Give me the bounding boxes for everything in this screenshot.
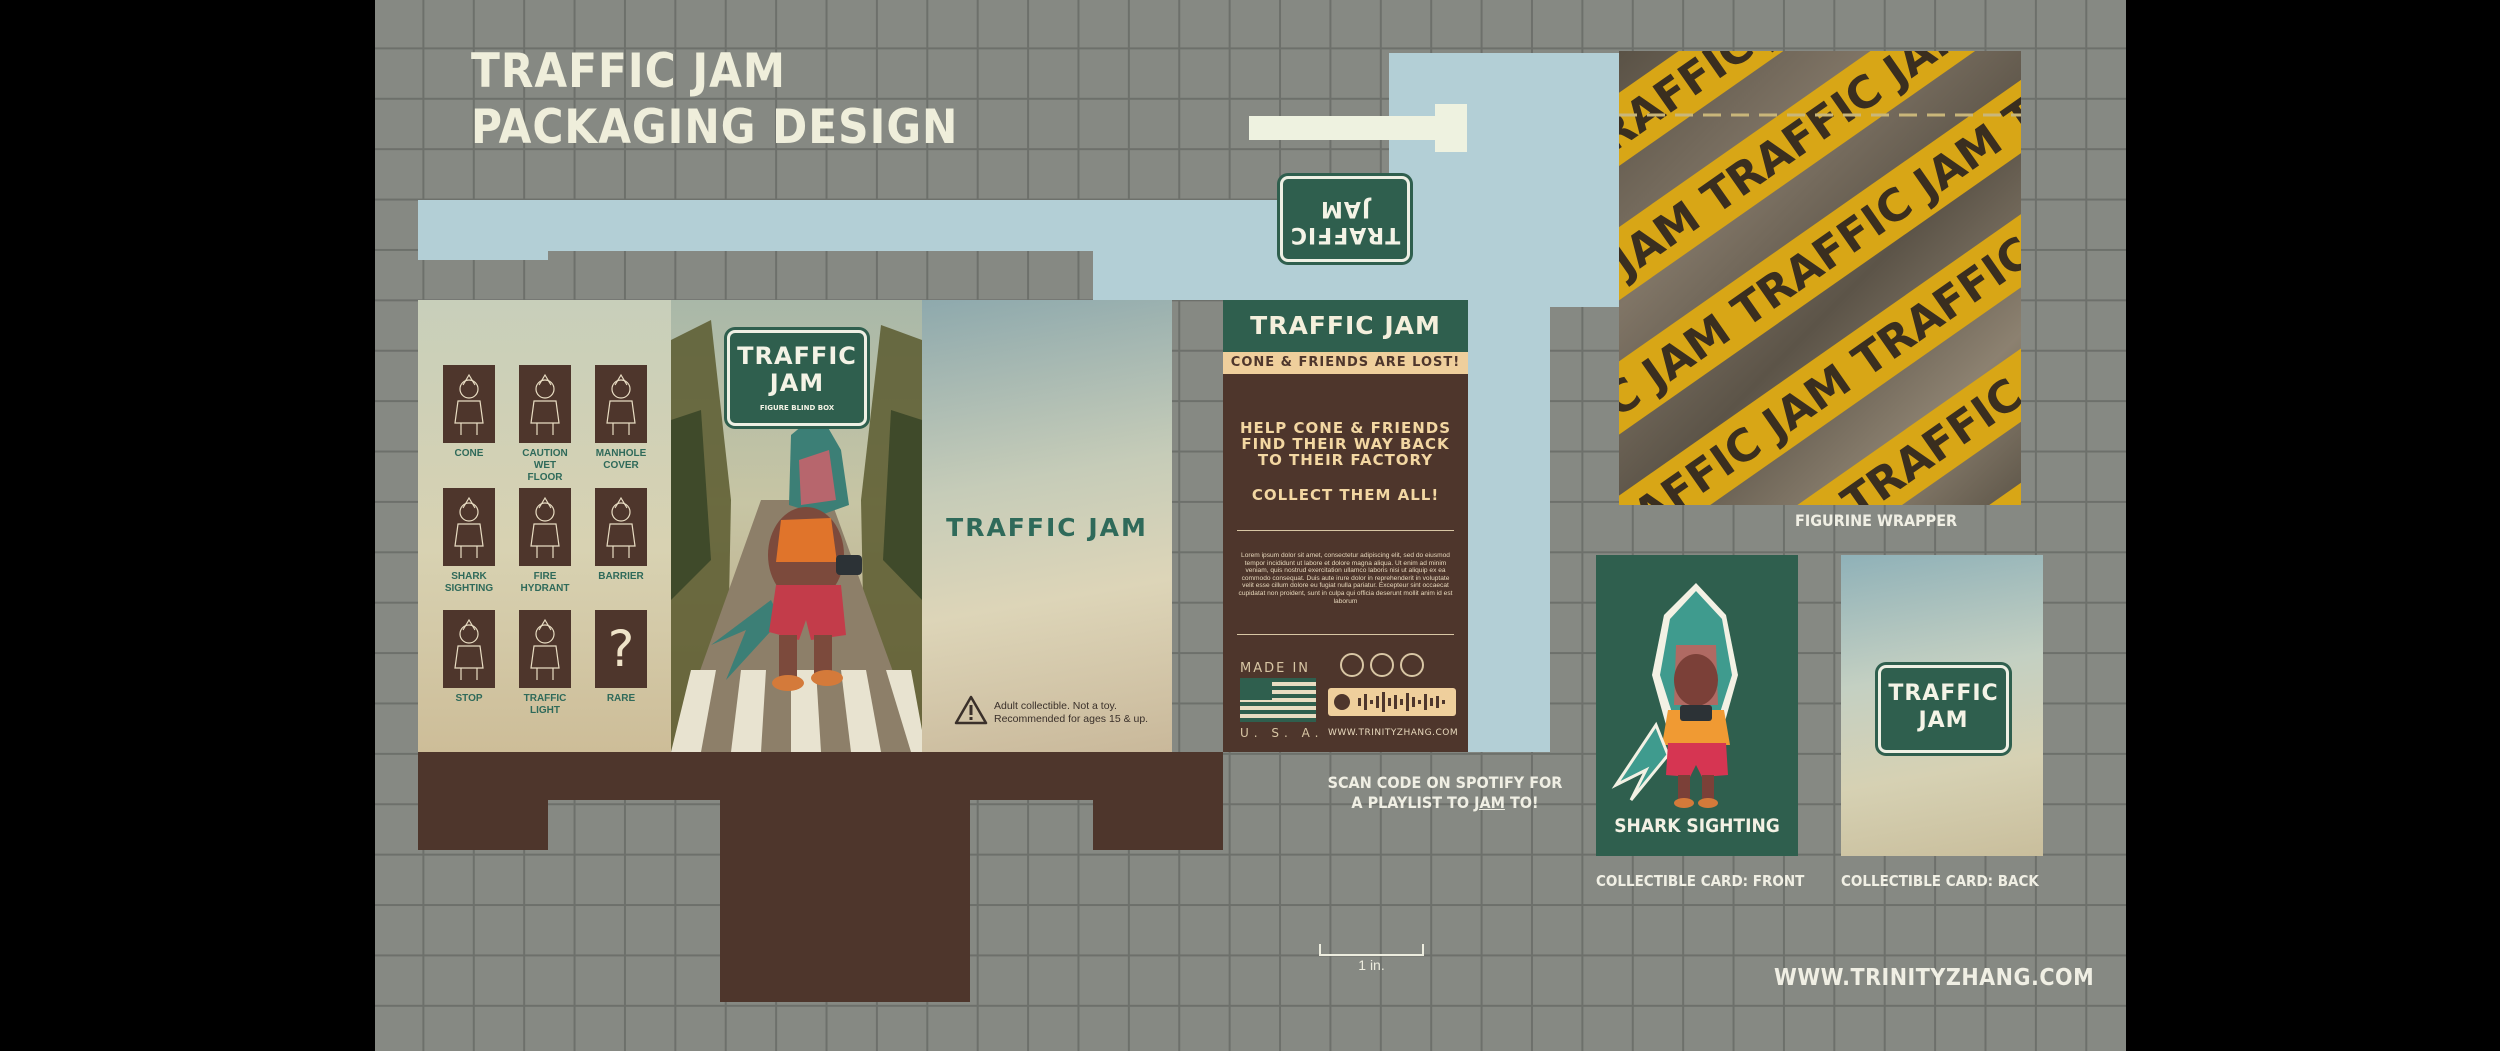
card-front-name: SHARK SIGHTING: [1614, 815, 1780, 837]
figure-label: RARE: [606, 693, 636, 704]
top-flap-sign: TRAFFIC JAM: [1280, 176, 1410, 262]
question-mark-icon: ?: [595, 610, 647, 688]
recycle-circle-3: [1400, 653, 1424, 677]
front-sign: TRAFFIC JAM FIGURE BLIND BOX: [727, 330, 867, 426]
svg-text:?: ?: [608, 620, 635, 678]
card-front-caption: COLLECTIBLE CARD: FRONT: [1596, 872, 1805, 890]
flap-tab: [1249, 116, 1444, 140]
barrier-figure-icon: [595, 488, 647, 566]
back-panel-tagline: HELP CONE & FRIENDS FIND THEIR WAY BACK …: [1239, 419, 1452, 469]
design-board: TRAFFIC JAM PACKAGING DESIGN TRAFFIC JAM…: [375, 0, 2126, 1051]
back-panel: TRAFFIC JAM CONE & FRIENDS ARE LOST! HEL…: [1223, 300, 1468, 752]
recycle-circle-1: [1340, 653, 1364, 677]
wrapper-caption: FIGURINE WRAPPER: [1795, 511, 1958, 530]
figure-label: BARRIER: [598, 571, 644, 582]
figurine-wrapper: TRAFFIC JAM TRAFFIC JAM TRAFFIC JAM TRAF…: [1619, 51, 2021, 505]
caution-tape-pattern: TRAFFIC JAM TRAFFIC JAM TRAFFIC JAM TRAF…: [1619, 51, 2021, 505]
figure-label: MANHOLE COVER: [595, 448, 647, 471]
page-title: TRAFFIC JAM PACKAGING DESIGN: [471, 44, 958, 156]
side-panel-lineup: CONE CAUTION WET FLOOR MANHOLE COVER SHARK SIGH…: [418, 300, 671, 752]
bottom-flap: [720, 752, 970, 1002]
scale-bar: [1319, 944, 1424, 956]
shark-character-card-icon: [1611, 583, 1738, 808]
usa-label: U. S. A.: [1240, 726, 1324, 740]
right-panel: TRAFFIC JAM Adult collectible. Not a toy…: [922, 300, 1172, 752]
right-panel-title: TRAFFIC JAM: [946, 513, 1148, 542]
wet-floor-figure-icon: [519, 365, 571, 443]
top-dust-flap-right: [1093, 200, 1223, 260]
stop-figure-icon: [443, 610, 495, 688]
title-line-2: PACKAGING DESIGN: [471, 100, 959, 155]
recycle-circle-2: [1370, 653, 1394, 677]
made-in-label: MADE IN: [1240, 661, 1311, 676]
top-flap: [1389, 53, 1642, 307]
collectible-card-front: SHARK SIGHTING: [1596, 555, 1798, 856]
age-warning: Adult collectible. Not a toy. Recommende…: [994, 700, 1149, 725]
back-panel-header: TRAFFIC JAM: [1223, 300, 1468, 352]
shark-figure-icon: [443, 488, 495, 566]
card-back-caption: COLLECTIBLE CARD: BACK: [1841, 872, 2039, 890]
card-back-sign: TRAFFIC JAM: [1878, 665, 2009, 753]
title-line-1: TRAFFIC JAM: [471, 44, 786, 99]
warning-triangle-icon: [954, 695, 988, 725]
back-website-link[interactable]: WWW.TRINITYZHANG.COM: [1328, 728, 1458, 738]
front-panel: TRAFFIC JAM FIGURE BLIND BOX: [671, 300, 922, 752]
collectible-card-back: TRAFFIC JAM: [1841, 555, 2043, 856]
cone-figure-icon: [443, 365, 495, 443]
footer-website-link[interactable]: WWW.TRINITYZHANG.COM: [1774, 965, 2094, 991]
spotify-note: SCAN CODE ON SPOTIFY FOR A PLAYLIST TO J…: [1327, 773, 1563, 812]
traffic-light-figure-icon: [519, 610, 571, 688]
lorem-body-text: Lorem ipsum dolor sit amet, consectetur …: [1238, 552, 1453, 605]
jam-link[interactable]: JAM: [1474, 793, 1505, 812]
scale-label: 1 in.: [1358, 957, 1385, 973]
bottom-dust-flap-right: [1093, 752, 1223, 850]
spotify-code-icon[interactable]: [1328, 688, 1456, 716]
back-panel-subheader: CONE & FRIENDS ARE LOST!: [1223, 352, 1468, 374]
glue-flap: [1465, 300, 1550, 752]
collect-them-all: COLLECT THEM ALL!: [1251, 486, 1440, 504]
top-dust-flap-left: [418, 200, 548, 260]
manhole-figure-icon: [595, 365, 647, 443]
hydrant-figure-icon: [519, 488, 571, 566]
flap-tab-end: [1435, 104, 1467, 152]
us-flag-icon: [1240, 678, 1316, 722]
bottom-dust-flap-left: [418, 752, 548, 850]
